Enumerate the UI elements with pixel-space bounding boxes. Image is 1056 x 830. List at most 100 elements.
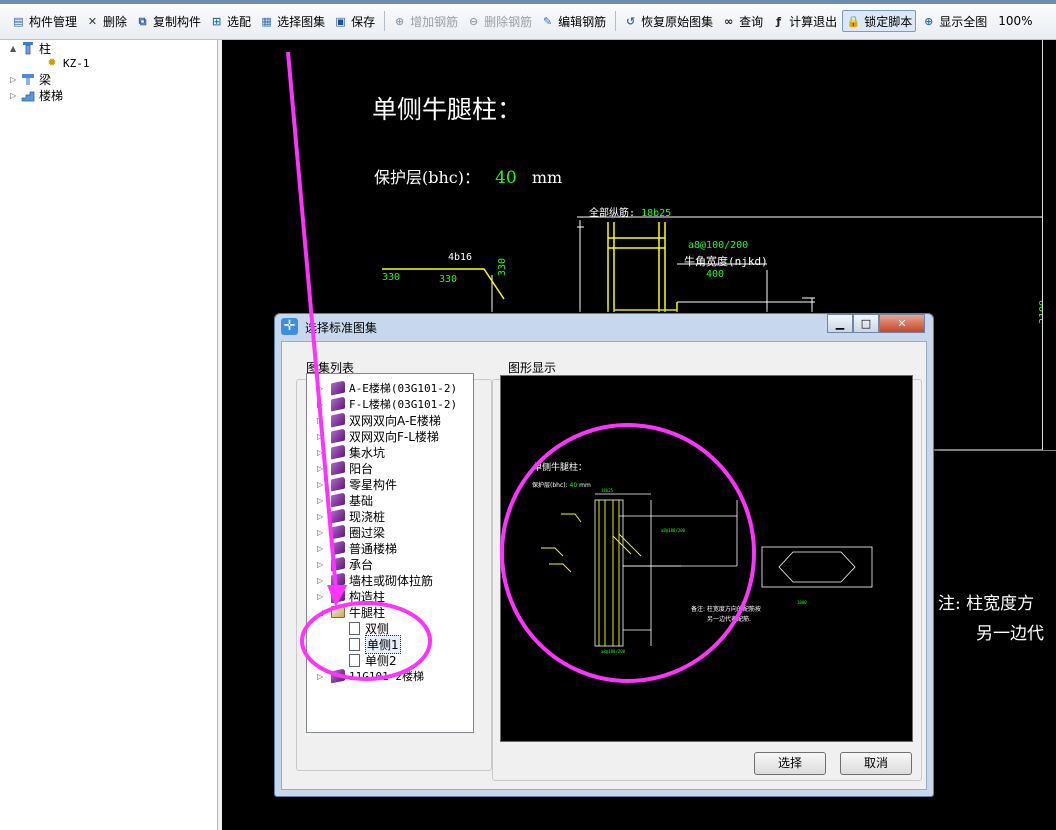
restore-icon: ↺: [626, 14, 636, 28]
close-button[interactable]: ✕: [879, 314, 925, 333]
expand-triangle-icon[interactable]: ▷: [10, 75, 20, 84]
atlas-item-18[interactable]: ▷ 11G101-2楼梯: [317, 668, 424, 684]
delete-x-icon: ✕: [87, 14, 98, 28]
svg-text:a8@100/200: a8@100/200: [661, 528, 686, 533]
tree-node-beam[interactable]: ▷ 梁: [10, 71, 51, 87]
toolbar-button-4[interactable]: ▦ 选择图集: [256, 10, 328, 32]
save-disk-icon: ▣: [335, 14, 346, 28]
expand-triangle-icon[interactable]: ▷: [317, 512, 327, 521]
collapse-triangle-icon[interactable]: ◢: [317, 608, 327, 617]
dim-330-vert[interactable]: 330: [497, 258, 508, 276]
expand-triangle-icon[interactable]: ▷: [317, 544, 327, 553]
atlas-item-12[interactable]: ▷ 墙柱或砌体拉筋: [317, 572, 433, 588]
toolbar-button-8[interactable]: ✎ 编辑钢筋: [537, 10, 609, 32]
expand-triangle-icon[interactable]: ▷: [317, 496, 327, 505]
dialog-app-icon: ✛: [281, 318, 298, 335]
book-icon: [331, 476, 345, 492]
atlas-item-8[interactable]: ▷ 现浇桩: [317, 508, 385, 524]
dim-330-left[interactable]: 330: [382, 272, 400, 283]
expand-triangle-icon[interactable]: ▷: [317, 464, 327, 473]
atlas-item-11[interactable]: ▷ 承台: [317, 556, 373, 572]
expand-triangle-icon[interactable]: ▷: [317, 416, 327, 425]
zoom-level[interactable]: 100%: [992, 14, 1038, 28]
toolbar-button-label: 保存: [351, 14, 376, 29]
stirrup-spec[interactable]: a8@100/200: [688, 240, 748, 251]
atlas-item-6[interactable]: ▷ 零星构件: [317, 476, 397, 492]
all-rebar-value[interactable]: 18b25: [641, 208, 671, 219]
atlas-item-4[interactable]: ▷ 集水坑: [317, 444, 385, 460]
atlas-item-2[interactable]: ▷ 双网双向A-E楼梯: [317, 412, 441, 428]
toolbar-button-label: 选择图集: [277, 14, 326, 29]
expand-triangle-icon[interactable]: ▷: [317, 448, 327, 457]
book-icon: [331, 668, 345, 684]
expand-triangle-icon[interactable]: ▷: [317, 592, 327, 601]
atlas-item-13[interactable]: ▷ 构造柱: [317, 588, 385, 604]
book-icon: [331, 380, 345, 396]
atlas-item-10[interactable]: ▷ 普通楼梯: [317, 540, 397, 556]
all-rebar-row: 全部纵筋: 18b25: [589, 204, 671, 219]
toolbar-button-1[interactable]: ✕ 删除: [82, 10, 130, 32]
toolbar-button-10[interactable]: ∞ 查询: [718, 10, 766, 32]
atlas-item-7[interactable]: ▷ 基础: [317, 492, 373, 508]
atlas-tree-list[interactable]: ▷ A-E楼梯(03G101-2) ▷ F-L楼梯(03G101-2) ▷ 双网双向A-E…: [306, 373, 474, 733]
rebar-4b16-label[interactable]: 4b16: [448, 252, 472, 263]
component-tree-panel: ▲ 柱 ✹ KZ-1 ▷ 梁 ▷ 楼梯: [0, 40, 218, 830]
atlas-item-14[interactable]: ◢ 牛腿柱: [317, 604, 385, 620]
expand-triangle-icon[interactable]: ▷: [317, 560, 327, 569]
toolbar-button-12[interactable]: 🔒 锁定脚本: [842, 10, 917, 32]
atlas-item-label: 零星构件: [349, 477, 398, 492]
expand-triangle-icon[interactable]: ▷: [317, 432, 327, 441]
select-button[interactable]: 选择: [754, 752, 826, 775]
toolbar-button-7[interactable]: ⊖ 删除钢筋: [463, 10, 535, 32]
tree-node-stair[interactable]: ▷ 楼梯: [10, 87, 63, 103]
delete-rebar-icon: ⊖: [469, 14, 479, 28]
maximize-button[interactable]: □: [853, 314, 879, 333]
note-line-2: 另一边代: [976, 624, 1044, 644]
expand-triangle-icon[interactable]: ▷: [317, 576, 327, 585]
expand-triangle-icon[interactable]: ▷: [317, 384, 327, 393]
atlas-item-3[interactable]: ▷ 双网双向F-L楼梯: [317, 428, 439, 444]
expand-triangle-icon[interactable]: ▷: [317, 400, 327, 409]
atlas-item-16[interactable]: 单侧1: [349, 634, 401, 654]
book-icon: [331, 428, 345, 444]
all-rebar-label: 全部纵筋:: [589, 208, 636, 219]
toolbar-button-9[interactable]: ↺ 恢复原始图集: [620, 10, 716, 32]
atlas-icon: ▦: [261, 14, 272, 28]
tree-node-kz1[interactable]: ✹ KZ-1: [44, 55, 90, 71]
atlas-item-label: 承台: [349, 557, 374, 572]
dim-330-mid[interactable]: 330: [439, 274, 457, 285]
toolbar-button-2[interactable]: ⧉ 复制构件: [132, 10, 204, 32]
tree-node-label: KZ-1: [63, 56, 90, 70]
svg-text:1800: 1800: [797, 600, 807, 605]
expand-triangle-icon[interactable]: ▷: [317, 528, 327, 537]
toolbar-button-3[interactable]: ⊞ 选配: [206, 10, 254, 32]
toolbar-button-13[interactable]: ⊕ 显示全图: [918, 10, 990, 32]
collapse-triangle-icon[interactable]: ▲: [10, 44, 20, 53]
atlas-item-label: 单侧2: [365, 653, 397, 668]
toolbar-button-11[interactable]: ƒ 计算退出: [768, 10, 840, 32]
expand-triangle-icon[interactable]: ▷: [10, 91, 20, 100]
canvas-vertical-scrollbar[interactable]: [1042, 40, 1056, 450]
atlas-item-1[interactable]: ▷ F-L楼梯(03G101-2): [317, 396, 457, 412]
toolbar-button-0[interactable]: ▤ 构件管理: [8, 10, 80, 32]
preview-note-b: 另一边代表配筋.: [707, 616, 751, 623]
book-icon: [331, 412, 345, 428]
tree-node-label: 楼梯: [39, 88, 64, 103]
toolbar-button-label: 查询: [739, 14, 764, 29]
atlas-item-0[interactable]: ▷ A-E楼梯(03G101-2): [317, 380, 457, 396]
atlas-item-17[interactable]: 单侧2: [349, 652, 397, 668]
expand-triangle-icon[interactable]: ▷: [317, 480, 327, 489]
tree-node-column[interactable]: ▲ 柱: [10, 40, 51, 56]
atlas-item-label: 现浇桩: [349, 509, 386, 524]
toolbar-button-6[interactable]: ⊕ 增加钢筋: [389, 10, 461, 32]
dim-400[interactable]: 400: [706, 269, 724, 280]
expand-triangle-icon[interactable]: ▷: [317, 672, 327, 681]
atlas-item-9[interactable]: ▷ 圈过梁: [317, 524, 385, 540]
gear-icon: ✹: [47, 56, 57, 69]
preview-cover-unit: mm: [579, 482, 591, 489]
book-icon: [331, 396, 345, 412]
cancel-button[interactable]: 取消: [840, 752, 912, 775]
atlas-item-5[interactable]: ▷ 阳台: [317, 460, 373, 476]
minimize-button[interactable]: ▁: [827, 314, 853, 333]
toolbar-button-5[interactable]: ▣ 保存: [330, 10, 378, 32]
